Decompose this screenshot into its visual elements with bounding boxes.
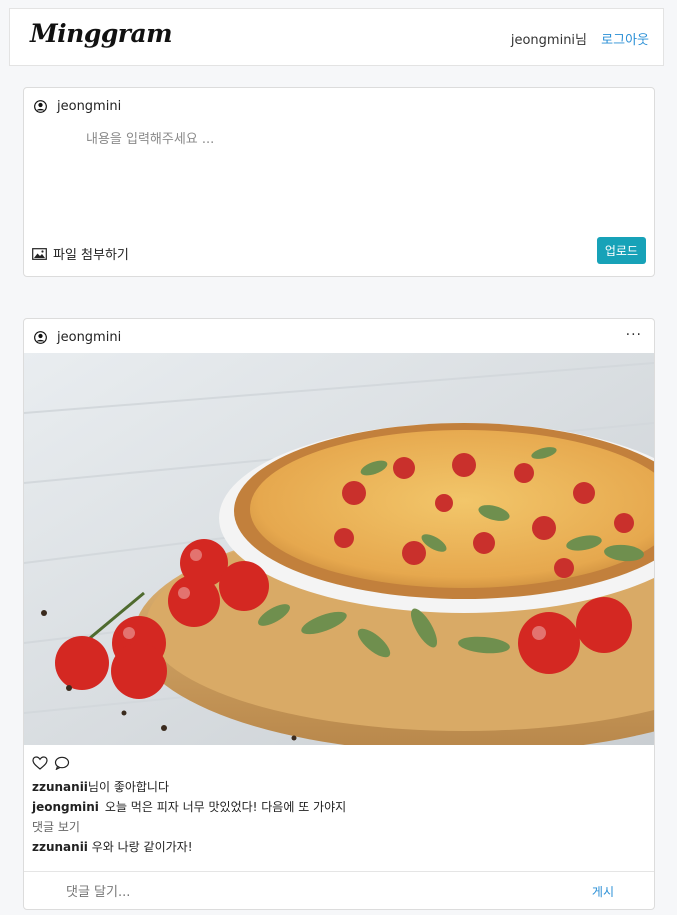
attach-file-label: 파일 첨부하기	[53, 248, 129, 263]
post-composer: jeongmini 파일 첨부하기 업로드	[23, 87, 655, 277]
post-content-input[interactable]	[84, 126, 628, 230]
likes-summary: zzunanii님이 좋아합니다	[32, 778, 169, 795]
more-options-icon[interactable]: ···	[626, 327, 642, 343]
comment-icon[interactable]	[54, 756, 70, 770]
likes-username[interactable]: zzunanii	[32, 780, 88, 794]
comment-text: 우와 나랑 같이가자!	[91, 840, 193, 854]
comment-input-bar: 게시	[24, 871, 654, 910]
view-comments-link[interactable]: 댓글 보기	[32, 818, 80, 835]
user-avatar-icon	[34, 331, 47, 344]
post-comment-button[interactable]: 게시	[592, 883, 614, 900]
top-navbar: Minggram jeongmini님 로그아웃	[9, 8, 664, 66]
post-card: jeongmini ··· zzunanii님이 좋아합니다 jeongmini…	[23, 318, 655, 910]
caption-username[interactable]: jeongmini	[32, 800, 99, 814]
comment-username[interactable]: zzunanii	[32, 840, 88, 854]
comment-input[interactable]	[64, 880, 548, 904]
post-image	[24, 353, 654, 745]
post-caption: jeongmini 오늘 먹은 피자 너무 맛있었다! 다음에 또 가야지	[32, 798, 346, 815]
logout-link[interactable]: 로그아웃	[601, 33, 649, 48]
comment-item: zzunanii 우와 나랑 같이가자!	[32, 838, 193, 855]
image-icon	[32, 247, 47, 260]
post-username[interactable]: jeongmini	[57, 330, 121, 345]
username-greeting: jeongmini님	[510, 33, 588, 48]
composer-user: jeongmini	[34, 99, 121, 114]
likes-suffix: 님이 좋아합니다	[87, 780, 170, 794]
attach-file-button[interactable]: 파일 첨부하기	[32, 244, 129, 263]
composer-username: jeongmini	[57, 99, 122, 114]
brand-logo[interactable]: Minggram	[30, 19, 173, 48]
post-actions	[32, 756, 70, 770]
upload-button[interactable]: 업로드	[596, 237, 646, 264]
post-author: jeongmini	[34, 330, 121, 345]
heart-icon[interactable]	[32, 756, 48, 770]
user-nav: jeongmini님 로그아웃	[511, 29, 649, 48]
caption-text: 오늘 먹은 피자 너무 맛있었다! 다음에 또 가야지	[104, 800, 347, 814]
user-avatar-icon	[34, 100, 47, 113]
